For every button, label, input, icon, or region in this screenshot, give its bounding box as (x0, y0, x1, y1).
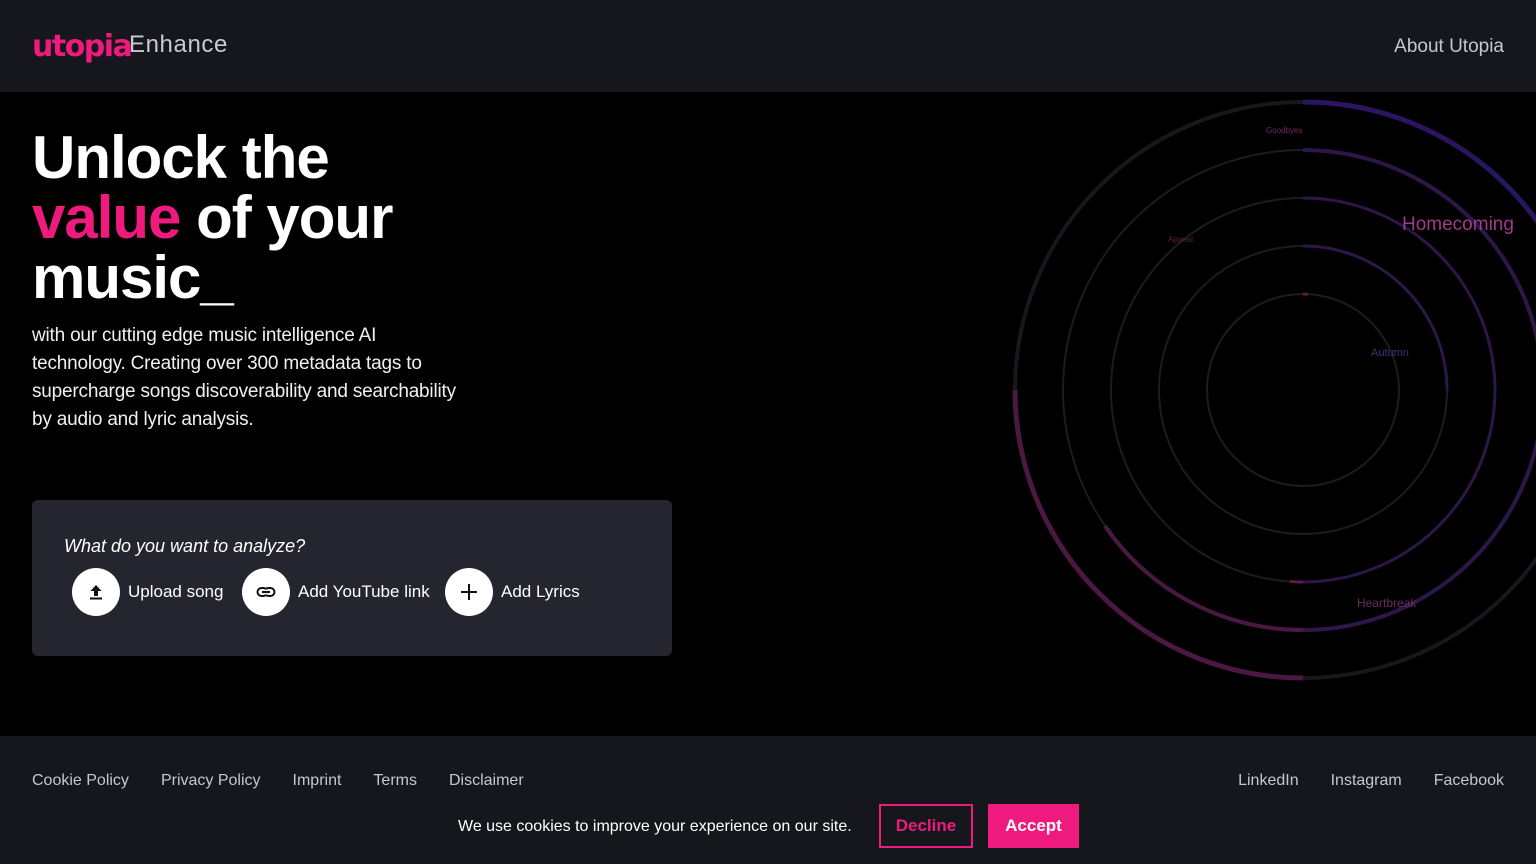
hero-title-line2: of your (180, 184, 393, 251)
plus-icon (445, 568, 493, 616)
add-youtube-link-label: Add YouTube link (298, 582, 430, 601)
add-youtube-link-button[interactable]: Add YouTube link (242, 568, 430, 616)
facebook-link[interactable]: Facebook (1434, 772, 1504, 790)
disclaimer-link[interactable]: Disclaimer (449, 772, 524, 790)
hero-title-accent: value (32, 184, 181, 251)
top-header: utopia Enhance About Utopia (0, 0, 1536, 92)
tag-appeal: Appeal (1168, 235, 1193, 244)
logo-wordmark: utopia (32, 28, 133, 64)
tag-heartbreak: Heartbreak (1357, 596, 1417, 610)
linkedin-link[interactable]: LinkedIn (1238, 772, 1299, 790)
upload-song-label: Upload song (128, 582, 224, 601)
hero-title: Unlock the value of your music_ (32, 128, 393, 311)
analyze-card: What do you want to analyze? Upload song… (32, 500, 672, 656)
about-utopia-link[interactable]: About Utopia (1394, 36, 1504, 58)
tag-goodbyes: Goodbyes (1266, 126, 1302, 135)
footer-legal-links: Cookie Policy Privacy Policy Imprint Ter… (32, 772, 524, 790)
accept-cookies-button[interactable]: Accept (988, 804, 1079, 848)
tag-homecoming: Homecoming (1402, 214, 1514, 235)
hero-title-line1: Unlock the (32, 124, 330, 191)
privacy-policy-link[interactable]: Privacy Policy (161, 772, 261, 790)
cookie-policy-link[interactable]: Cookie Policy (32, 772, 129, 790)
terms-link[interactable]: Terms (373, 772, 417, 790)
cookie-message: We use cookies to improve your experienc… (458, 818, 852, 835)
add-lyrics-label: Add Lyrics (501, 582, 580, 601)
add-lyrics-button[interactable]: Add Lyrics (445, 568, 580, 616)
hero-description: with our cutting edge music intelligence… (32, 325, 456, 430)
upload-song-button[interactable]: Upload song (72, 568, 223, 616)
utopia-logo[interactable]: utopia (32, 28, 133, 64)
instagram-link[interactable]: Instagram (1331, 772, 1402, 790)
decline-cookies-button[interactable]: Decline (879, 804, 973, 848)
upload-icon (72, 568, 120, 616)
product-name: Enhance (129, 31, 228, 58)
imprint-link[interactable]: Imprint (293, 772, 342, 790)
tag-autumn: Autumn (1371, 347, 1409, 359)
analyze-question: What do you want to analyze? (64, 536, 306, 556)
tag-rings-visual: Goodbyes Homecoming Appeal Autumn Heartb… (1012, 99, 1536, 681)
footer: Cookie Policy Privacy Policy Imprint Ter… (0, 736, 1536, 864)
hero-title-line3: music_ (32, 244, 234, 311)
link-icon (242, 568, 290, 616)
footer-social-links: LinkedIn Instagram Facebook (1238, 772, 1504, 790)
